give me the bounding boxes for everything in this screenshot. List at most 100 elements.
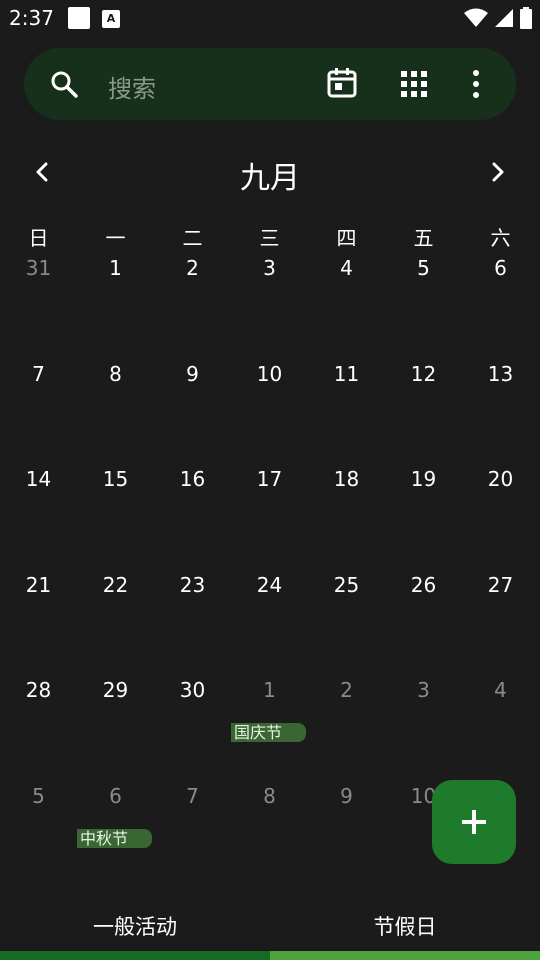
more-options-icon[interactable] (464, 68, 488, 100)
day-number: 10 (256, 362, 283, 386)
day-number: 7 (32, 362, 45, 386)
notification-square-icon (68, 7, 90, 29)
day-number: 26 (410, 573, 437, 597)
calendar-day-cell[interactable]: 29 (77, 672, 154, 777)
bottom-tabs: 一般活动 节假日 (0, 896, 540, 960)
day-number: 7 (186, 784, 199, 808)
day-number: 12 (410, 362, 437, 386)
day-number: 25 (333, 573, 360, 597)
calendar-day-cell[interactable]: 1 国庆节 (231, 672, 308, 777)
calendar-day-cell[interactable]: 2 (308, 672, 385, 777)
calendar-day-cell[interactable]: 28 (0, 672, 77, 777)
tab-label: 一般活动 (93, 915, 177, 939)
grid-view-icon[interactable] (400, 70, 428, 98)
calendar-day-cell[interactable]: 17 (231, 461, 308, 566)
day-number: 30 (179, 678, 206, 702)
day-number: 5 (32, 784, 45, 808)
calendar-today-icon[interactable] (326, 67, 358, 99)
search-icon[interactable] (50, 70, 78, 98)
calendar-day-cell[interactable]: 6 (462, 250, 539, 355)
day-number: 29 (102, 678, 129, 702)
day-number: 5 (417, 256, 430, 280)
calendar-day-cell[interactable]: 26 (385, 567, 462, 672)
weekday-label: 五 (413, 226, 434, 250)
calendar-day-cell[interactable]: 25 (308, 567, 385, 672)
calendar-day-cell[interactable]: 9 (154, 356, 231, 461)
tab-indicator (270, 951, 540, 960)
calendar-day-cell[interactable]: 10 (231, 356, 308, 461)
day-number: 2 (186, 256, 199, 280)
tab-label: 节假日 (373, 915, 437, 939)
calendar-day-cell[interactable]: 9 (308, 778, 385, 883)
calendar-day-cell[interactable]: 24 (231, 567, 308, 672)
weekday-label: 一 (105, 226, 126, 250)
day-number: 9 (186, 362, 199, 386)
day-number: 9 (340, 784, 353, 808)
signal-icon (495, 9, 513, 27)
day-number: 1 (263, 678, 276, 702)
calendar-day-cell[interactable]: 5 (0, 778, 77, 883)
calendar-day-cell[interactable]: 16 (154, 461, 231, 566)
status-time: 2:37 (9, 6, 54, 30)
day-number: 16 (179, 467, 206, 491)
day-number: 31 (25, 256, 52, 280)
calendar-day-cell[interactable]: 1 (77, 250, 154, 355)
day-number: 4 (494, 678, 507, 702)
day-number: 13 (487, 362, 514, 386)
calendar-day-cell[interactable]: 8 (77, 356, 154, 461)
search-input[interactable]: 搜索 (108, 69, 156, 104)
wifi-icon (464, 8, 488, 27)
calendar-day-cell[interactable]: 30 (154, 672, 231, 777)
weekday-label: 日 (28, 226, 49, 250)
day-number: 4 (340, 256, 353, 280)
calendar-day-cell[interactable]: 27 (462, 567, 539, 672)
calendar-day-cell[interactable]: 4 (462, 672, 539, 777)
day-number: 11 (333, 362, 360, 386)
event-chip[interactable]: 中秋节 (77, 829, 152, 848)
day-number: 24 (256, 573, 283, 597)
day-number: 6 (109, 784, 122, 808)
add-event-button[interactable] (432, 780, 516, 864)
day-number: 23 (179, 573, 206, 597)
calendar-day-cell[interactable]: 15 (77, 461, 154, 566)
calendar-day-cell[interactable]: 5 (385, 250, 462, 355)
calendar-day-cell[interactable]: 20 (462, 461, 539, 566)
calendar-day-cell[interactable]: 3 (385, 672, 462, 777)
calendar-day-cell[interactable]: 13 (462, 356, 539, 461)
calendar-day-cell[interactable]: 4 (308, 250, 385, 355)
calendar-day-cell[interactable]: 11 (308, 356, 385, 461)
day-number: 8 (263, 784, 276, 808)
day-number: 15 (102, 467, 129, 491)
search-bar[interactable]: 搜索 (24, 48, 516, 120)
calendar-day-cell[interactable]: 2 (154, 250, 231, 355)
day-number: 28 (25, 678, 52, 702)
battery-icon (520, 7, 532, 29)
calendar-day-cell[interactable]: 14 (0, 461, 77, 566)
calendar-day-cell[interactable]: 18 (308, 461, 385, 566)
tab-general-events[interactable]: 一般活动 (0, 896, 270, 960)
calendar-day-cell[interactable]: 31 (0, 250, 77, 355)
day-number: 3 (417, 678, 430, 702)
calendar-day-cell[interactable]: 19 (385, 461, 462, 566)
calendar-day-cell[interactable]: 8 (231, 778, 308, 883)
calendar-day-cell[interactable]: 21 (0, 567, 77, 672)
calendar-day-cell[interactable]: 6 中秋节 (77, 778, 154, 883)
day-number: 17 (256, 467, 283, 491)
calendar-day-cell[interactable]: 7 (154, 778, 231, 883)
calendar-day-cell[interactable]: 3 (231, 250, 308, 355)
calendar-day-cell[interactable]: 22 (77, 567, 154, 672)
day-number: 22 (102, 573, 129, 597)
chevron-right-icon[interactable] (484, 158, 512, 186)
status-bar: 2:37 A (0, 0, 540, 36)
day-number: 18 (333, 467, 360, 491)
weekday-label: 三 (259, 226, 280, 250)
month-title: 九月 (240, 161, 300, 196)
event-chip[interactable]: 国庆节 (231, 723, 306, 742)
calendar-day-cell[interactable]: 7 (0, 356, 77, 461)
calendar-day-cell[interactable]: 23 (154, 567, 231, 672)
day-number: 14 (25, 467, 52, 491)
calendar-day-cell[interactable]: 12 (385, 356, 462, 461)
tab-holidays[interactable]: 节假日 (270, 896, 540, 960)
weekday-label: 六 (490, 226, 511, 250)
day-number: 19 (410, 467, 437, 491)
